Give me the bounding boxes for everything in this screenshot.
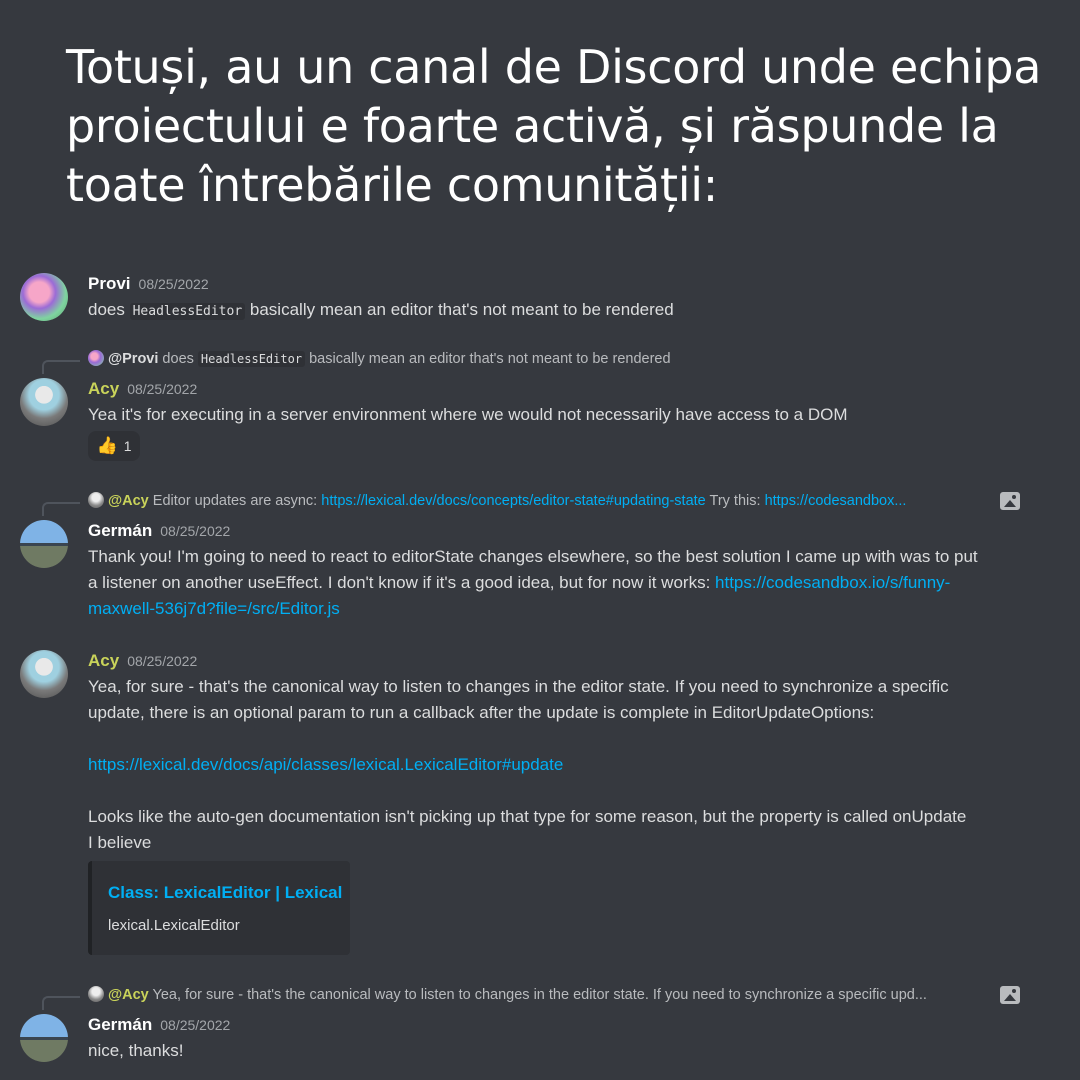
- text-line: Looks like the auto-gen documentation is…: [88, 807, 967, 826]
- reply-text: Yea, for sure - that's the canonical way…: [148, 987, 927, 1003]
- reply-preview[interactable]: @Provi does HeadlessEditor basically mea…: [88, 349, 671, 369]
- text-line: I believe: [88, 833, 152, 852]
- author-name[interactable]: Germán: [88, 521, 152, 540]
- avatar[interactable]: [20, 378, 68, 426]
- reply-spine: [42, 502, 80, 516]
- reply-author[interactable]: @Acy: [108, 987, 149, 1003]
- message-link[interactable]: https://codesandbox.io/s/funny-: [715, 573, 950, 592]
- message-link[interactable]: https://lexical.dev/docs/api/classes/lex…: [88, 752, 1028, 778]
- message-text: Yea, for sure - that's the canonical way…: [88, 674, 1028, 856]
- reaction-count: 1: [123, 438, 132, 454]
- reply-text: does: [158, 351, 198, 367]
- author-name[interactable]: Provi: [88, 274, 131, 293]
- slide-title: Totuși, au un canal de Discord unde echi…: [66, 40, 1042, 212]
- message-link[interactable]: maxwell-536j7d?file=/src/Editor.js: [88, 596, 1028, 622]
- reply-spine: [42, 360, 80, 374]
- embed-description: lexical.LexicalEditor: [108, 917, 240, 934]
- reply-author[interactable]: @Acy: [108, 493, 149, 509]
- reply-avatar: [88, 492, 104, 508]
- text-segment: a listener on another useEffect. I don't…: [88, 573, 716, 592]
- inline-code: HeadlessEditor: [129, 303, 246, 320]
- avatar[interactable]: [20, 650, 68, 698]
- message-text: Thank you! I'm going to need to react to…: [88, 544, 1028, 622]
- embed-title[interactable]: Class: LexicalEditor | Lexical: [108, 883, 342, 903]
- message-text: Yea it's for executing in a server envir…: [88, 405, 848, 424]
- avatar[interactable]: [20, 273, 68, 321]
- reply-avatar: [88, 986, 104, 1002]
- reply-preview[interactable]: @Acy Yea, for sure - that's the canonica…: [88, 985, 927, 1005]
- avatar[interactable]: [20, 520, 68, 568]
- reply-spine: [42, 996, 80, 1010]
- message-header: Acy 08/25/2022: [88, 651, 197, 671]
- text-line: Thank you! I'm going to need to react to…: [88, 547, 978, 566]
- author-name[interactable]: Acy: [88, 379, 119, 398]
- text-line: a listener on another useEffect. I don't…: [88, 570, 1028, 596]
- message-text: nice, thanks!: [88, 1041, 184, 1060]
- message-text: does HeadlessEditor basically mean an ed…: [88, 297, 1028, 325]
- timestamp: 08/25/2022: [127, 381, 198, 397]
- reply-link[interactable]: https://codesandbox...: [765, 493, 907, 509]
- timestamp: 08/25/2022: [160, 1017, 231, 1033]
- reply-text: basically mean an editor that's not mean…: [305, 351, 671, 367]
- reaction-thumbs-up[interactable]: 👍 1: [88, 431, 140, 461]
- text-line: Yea, for sure - that's the canonical way…: [88, 677, 949, 696]
- reply-text: Try this:: [705, 493, 765, 509]
- timestamp: 08/25/2022: [160, 523, 231, 539]
- image-icon[interactable]: [1000, 492, 1020, 510]
- reply-avatar: [88, 350, 104, 366]
- text-segment: does: [88, 300, 130, 319]
- avatar[interactable]: [20, 1014, 68, 1062]
- message-header: Germán 08/25/2022: [88, 521, 230, 541]
- author-name[interactable]: Acy: [88, 651, 119, 670]
- timestamp: 08/25/2022: [127, 653, 198, 669]
- message-header: Germán 08/25/2022: [88, 1015, 230, 1035]
- timestamp: 08/25/2022: [138, 276, 209, 292]
- message-header: Provi 08/25/2022: [88, 274, 209, 294]
- inline-code: HeadlessEditor: [197, 351, 306, 367]
- reply-preview[interactable]: @Acy Editor updates are async: https://l…: [88, 491, 906, 511]
- text-line: update, there is an optional param to ru…: [88, 703, 875, 722]
- image-icon[interactable]: [1000, 986, 1020, 1004]
- reply-text: Editor updates are async:: [148, 493, 322, 509]
- text-segment: basically mean an editor that's not mean…: [245, 300, 674, 319]
- thumbs-up-icon: 👍: [96, 436, 118, 455]
- author-name[interactable]: Germán: [88, 1015, 152, 1034]
- reply-author[interactable]: @Provi: [108, 351, 158, 367]
- link-embed: Class: LexicalEditor | Lexical lexical.L…: [88, 861, 350, 955]
- message-header: Acy 08/25/2022: [88, 379, 197, 399]
- reply-link[interactable]: https://lexical.dev/docs/concepts/editor…: [321, 493, 705, 509]
